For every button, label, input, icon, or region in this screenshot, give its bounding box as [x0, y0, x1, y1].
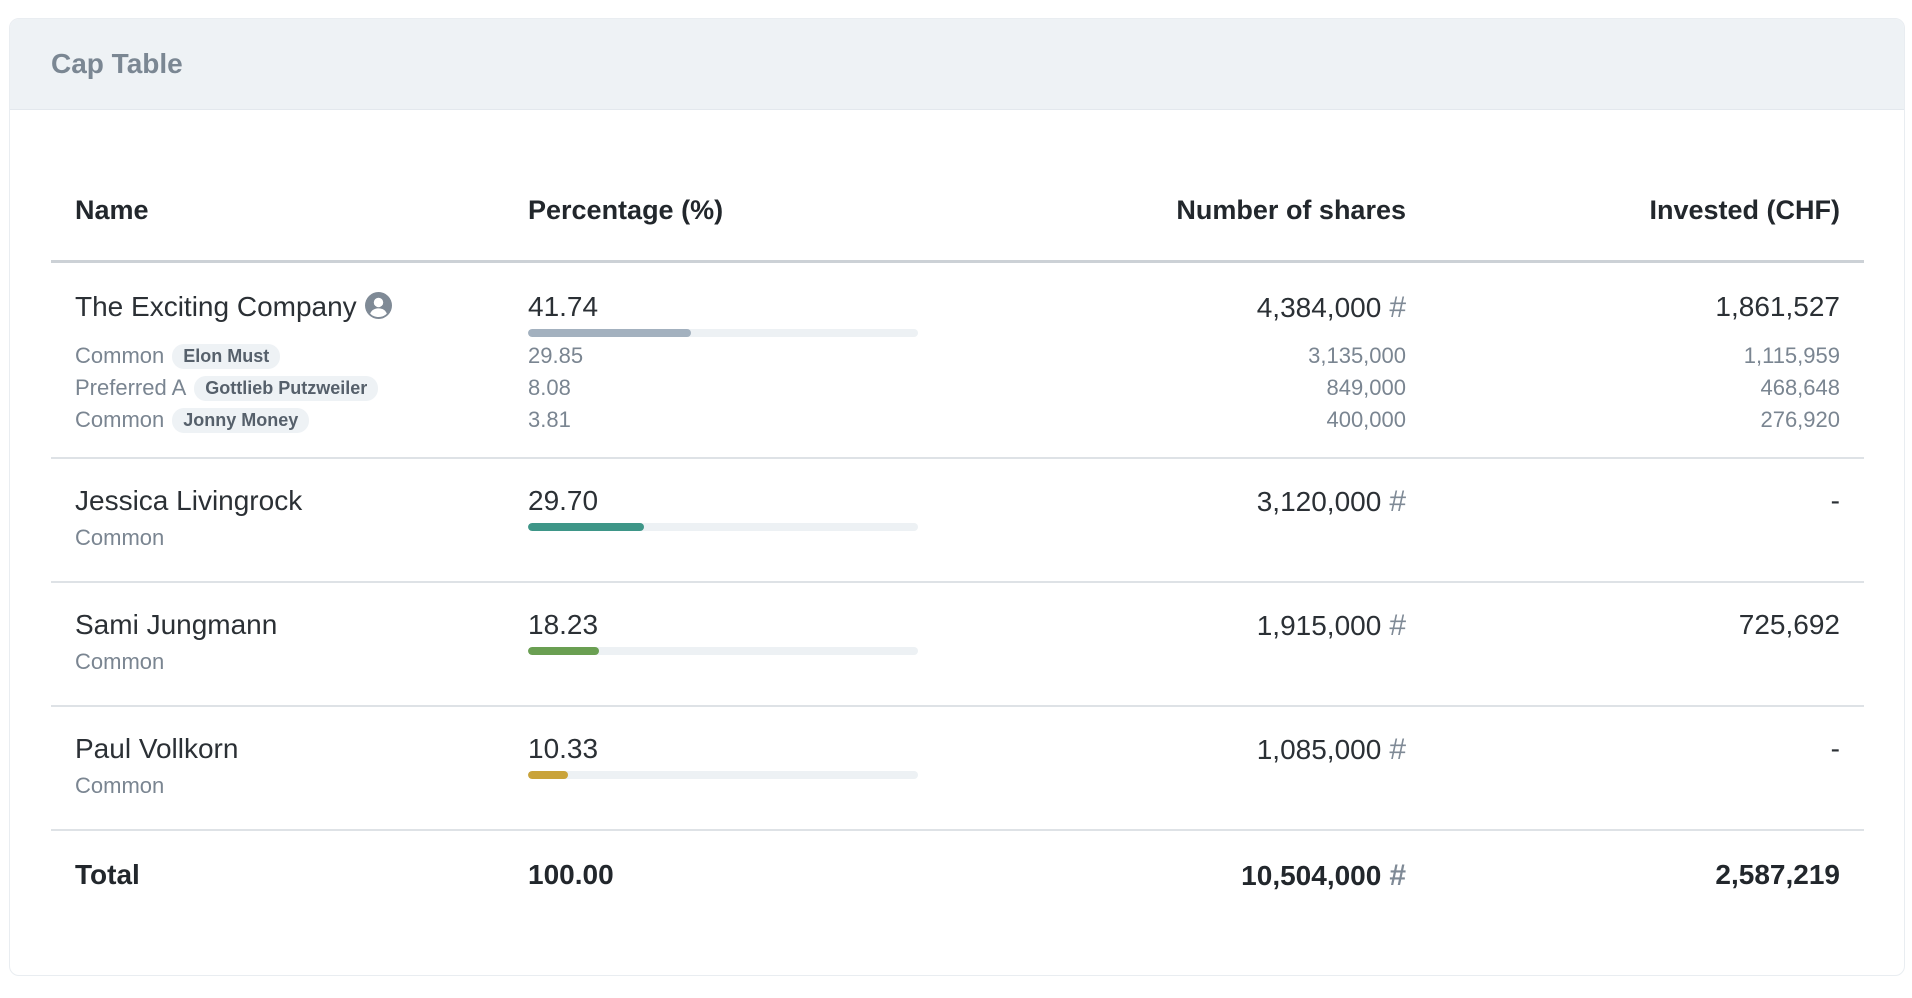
share-class-label: Common — [75, 407, 165, 432]
sub-invested: 468,648 — [1760, 375, 1840, 400]
invested-value: - — [1830, 485, 1840, 516]
table-total-row: Total 100.00 10,504,000 # 2,587,219 — [51, 831, 1864, 941]
hash-icon: # — [1389, 859, 1406, 892]
sub-percentage: 3.81 — [528, 407, 571, 432]
card-header: Cap Table — [10, 19, 1904, 110]
sub-percentage: 29.85 — [528, 343, 584, 368]
hash-icon: # — [1389, 733, 1406, 766]
header-invested[interactable]: Invested (CHF) — [1649, 195, 1840, 226]
share-class-label: Common — [75, 649, 165, 674]
sub-invested: 276,920 — [1760, 407, 1840, 432]
total-invested: 2,587,219 — [1715, 859, 1840, 890]
sub-invested: 1,115,959 — [1743, 343, 1840, 368]
table-row[interactable]: Sami Jungmann Common 18.23 1,915,000 # 72… — [51, 583, 1864, 707]
sub-percentage: 8.08 — [528, 375, 571, 400]
shareholder-name: Paul Vollkorn — [75, 733, 239, 764]
percentage-bar — [528, 647, 918, 655]
shares-value: 1,085,000 # — [1257, 733, 1406, 767]
total-shares: 10,504,000 # — [1241, 859, 1406, 893]
sub-row-class: Common Elon Must — [75, 343, 281, 369]
card-title: Cap Table — [51, 48, 183, 79]
total-label: Total — [75, 859, 140, 890]
shares-value: 4,384,000 # — [1257, 291, 1406, 325]
percentage-bar — [528, 329, 918, 337]
percentage-bar — [528, 523, 918, 531]
percentage-bar-fill — [528, 771, 569, 779]
holder-badge[interactable]: Jonny Money — [172, 408, 310, 433]
percentage-bar-fill — [528, 523, 644, 531]
percentage-value: 41.74 — [528, 291, 599, 322]
percentage-bar-fill — [528, 329, 691, 337]
holder-badge[interactable]: Elon Must — [172, 344, 281, 369]
sub-row-class: Common Jonny Money — [75, 407, 310, 433]
header-percentage[interactable]: Percentage (%) — [528, 195, 723, 226]
share-class-label: Common — [75, 525, 165, 550]
table-row[interactable]: Jessica Livingrock Common 29.70 3,120,00… — [51, 459, 1864, 583]
shareholder-name: The Exciting Company — [75, 291, 392, 323]
invested-value: 1,861,527 — [1715, 291, 1840, 322]
percentage-value: 18.23 — [528, 609, 599, 640]
sub-row-class: Preferred A Gottlieb Putzweiler — [75, 375, 379, 401]
share-class-label: Preferred A — [75, 375, 187, 400]
shares-number: 4,384,000 — [1256, 292, 1382, 323]
header-name[interactable]: Name — [75, 195, 149, 226]
percentage-value: 10.33 — [528, 733, 599, 764]
shareholder-name-text: The Exciting Company — [75, 291, 357, 322]
shares-value: 1,915,000 # — [1257, 609, 1406, 643]
cap-table-card: Cap Table Name Percentage (%) Number of … — [9, 18, 1905, 976]
user-circle-icon — [364, 292, 392, 319]
shares-value: 3,120,000 # — [1257, 485, 1406, 519]
shares-number: 3,120,000 — [1256, 486, 1382, 517]
invested-value: 725,692 — [1738, 609, 1840, 640]
holder-badge[interactable]: Gottlieb Putzweiler — [194, 376, 379, 401]
table-header-row: Name Percentage (%) Number of shares Inv… — [51, 147, 1864, 263]
share-class-label: Common — [75, 343, 165, 368]
shareholder-name: Sami Jungmann — [75, 609, 278, 640]
percentage-bar-fill — [528, 647, 600, 655]
hash-icon: # — [1389, 291, 1406, 324]
sub-shares: 3,135,000 — [1308, 343, 1406, 368]
sub-shares: 849,000 — [1326, 375, 1406, 400]
total-shares-number: 10,504,000 — [1241, 860, 1382, 891]
shareholder-name: Jessica Livingrock — [75, 485, 303, 516]
hash-icon: # — [1389, 485, 1406, 518]
percentage-value: 29.70 — [528, 485, 599, 516]
header-shares[interactable]: Number of shares — [1176, 195, 1406, 226]
total-percentage: 100.00 — [528, 859, 614, 890]
sub-shares: 400,000 — [1326, 407, 1406, 432]
hash-icon: # — [1389, 609, 1406, 642]
table-row[interactable]: The Exciting Company 41.74 4,384,000 # 1,… — [51, 263, 1864, 459]
invested-value: - — [1830, 733, 1840, 764]
share-class-label: Common — [75, 773, 165, 798]
shares-number: 1,085,000 — [1256, 734, 1382, 765]
cap-table: Name Percentage (%) Number of shares Inv… — [51, 147, 1864, 941]
percentage-bar — [528, 771, 918, 779]
table-row[interactable]: Paul Vollkorn Common 10.33 1,085,000 # - — [51, 707, 1864, 831]
shares-number: 1,915,000 — [1256, 610, 1382, 641]
